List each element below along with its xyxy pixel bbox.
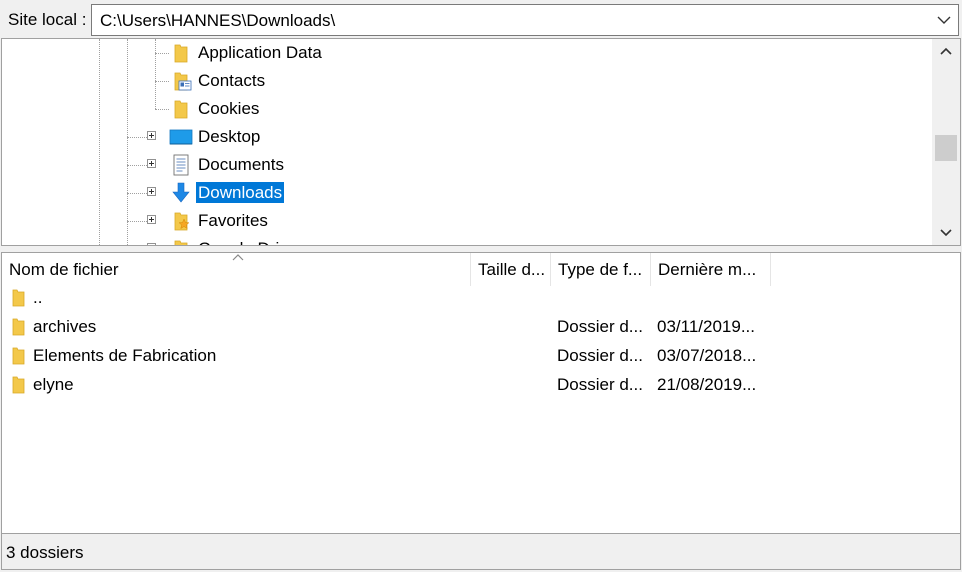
tree-item-label[interactable]: Google Drive: [196, 238, 299, 245]
tree-item-downloads[interactable]: Downloads: [2, 179, 932, 207]
status-bar: 3 dossiers: [1, 534, 961, 570]
tree-item-label[interactable]: Application Data: [196, 42, 324, 63]
desktop-icon: [169, 129, 193, 145]
file-name: archives: [33, 317, 97, 336]
tree-item-documents[interactable]: Documents: [2, 151, 932, 179]
scrollbar-thumb[interactable]: [935, 135, 957, 161]
folder-icon: [12, 318, 25, 336]
file-modified-date: 03/07/2018...: [657, 346, 757, 365]
tree-item-application-data[interactable]: Application Data: [2, 39, 932, 67]
list-item[interactable]: elyne Dossier d... 21/08/2019...: [2, 371, 960, 400]
file-name: Elements de Fabrication: [33, 346, 217, 365]
folder-icon: [12, 347, 25, 365]
expand-plus-icon[interactable]: [147, 215, 156, 224]
scroll-down-icon[interactable]: [932, 221, 960, 245]
tree-item-favorites[interactable]: Favorites: [2, 207, 932, 235]
tree-scrollbar[interactable]: [932, 39, 960, 245]
column-header-size[interactable]: Taille d...: [471, 253, 551, 286]
tree-item-label[interactable]: Desktop: [196, 126, 262, 147]
expand-plus-icon[interactable]: [147, 159, 156, 168]
tree-item-cookies[interactable]: Cookies: [2, 95, 932, 123]
documents-icon: [173, 154, 189, 176]
folder-icon: [12, 376, 25, 394]
status-text: 3 dossiers: [6, 543, 84, 562]
file-name: ..: [33, 288, 43, 307]
expand-plus-icon[interactable]: [147, 131, 156, 140]
list-item[interactable]: archives Dossier d... 03/11/2019...: [2, 313, 960, 342]
tree-item-desktop[interactable]: Desktop: [2, 123, 932, 151]
folder-icon: [174, 100, 188, 119]
column-header-row: Nom de fichier Taille d... Type de f... …: [2, 253, 960, 286]
favorites-folder-icon: [174, 212, 190, 231]
file-modified-date: 03/11/2019...: [657, 317, 755, 336]
tree-item-label[interactable]: Favorites: [196, 210, 270, 231]
file-type: Dossier d...: [557, 346, 643, 365]
folder-icon: [174, 240, 188, 245]
tree-item-label[interactable]: Downloads: [196, 182, 285, 203]
file-modified-date: 21/08/2019...: [657, 375, 757, 394]
tree-item-label[interactable]: Cookies: [196, 98, 261, 119]
local-site-label: Site local :: [8, 10, 87, 29]
sort-ascending-icon: [232, 254, 244, 261]
contacts-icon: [174, 72, 192, 91]
column-header-modified[interactable]: Dernière m...: [651, 253, 771, 286]
column-header-type[interactable]: Type de f...: [551, 253, 651, 286]
file-type: Dossier d...: [557, 375, 643, 394]
list-item[interactable]: Elements de Fabrication Dossier d... 03/…: [2, 342, 960, 371]
download-arrow-icon: [172, 182, 190, 203]
local-site-bar: Site local : C:\Users\HANNES\Downloads\: [0, 0, 962, 38]
file-list[interactable]: Nom de fichier Taille d... Type de f... …: [1, 252, 961, 534]
tree-item-label[interactable]: Contacts: [196, 70, 267, 91]
tree-item-contacts[interactable]: Contacts: [2, 67, 932, 95]
tree-item-label[interactable]: Documents: [196, 154, 286, 175]
list-item[interactable]: ..: [2, 284, 960, 313]
directory-tree[interactable]: Application Data Contacts Cookies Deskto…: [1, 38, 961, 246]
chevron-down-icon[interactable]: [934, 10, 954, 30]
folder-icon: [174, 44, 188, 63]
scroll-up-icon[interactable]: [932, 39, 960, 63]
tree-item-google-drive[interactable]: Google Drive: [2, 235, 932, 245]
expand-plus-icon[interactable]: [147, 187, 156, 196]
folder-icon: [12, 289, 25, 307]
local-path-value[interactable]: C:\Users\HANNES\Downloads\: [100, 11, 335, 31]
local-path-combobox[interactable]: C:\Users\HANNES\Downloads\: [91, 4, 959, 36]
file-name: elyne: [33, 375, 74, 394]
file-type: Dossier d...: [557, 317, 643, 336]
